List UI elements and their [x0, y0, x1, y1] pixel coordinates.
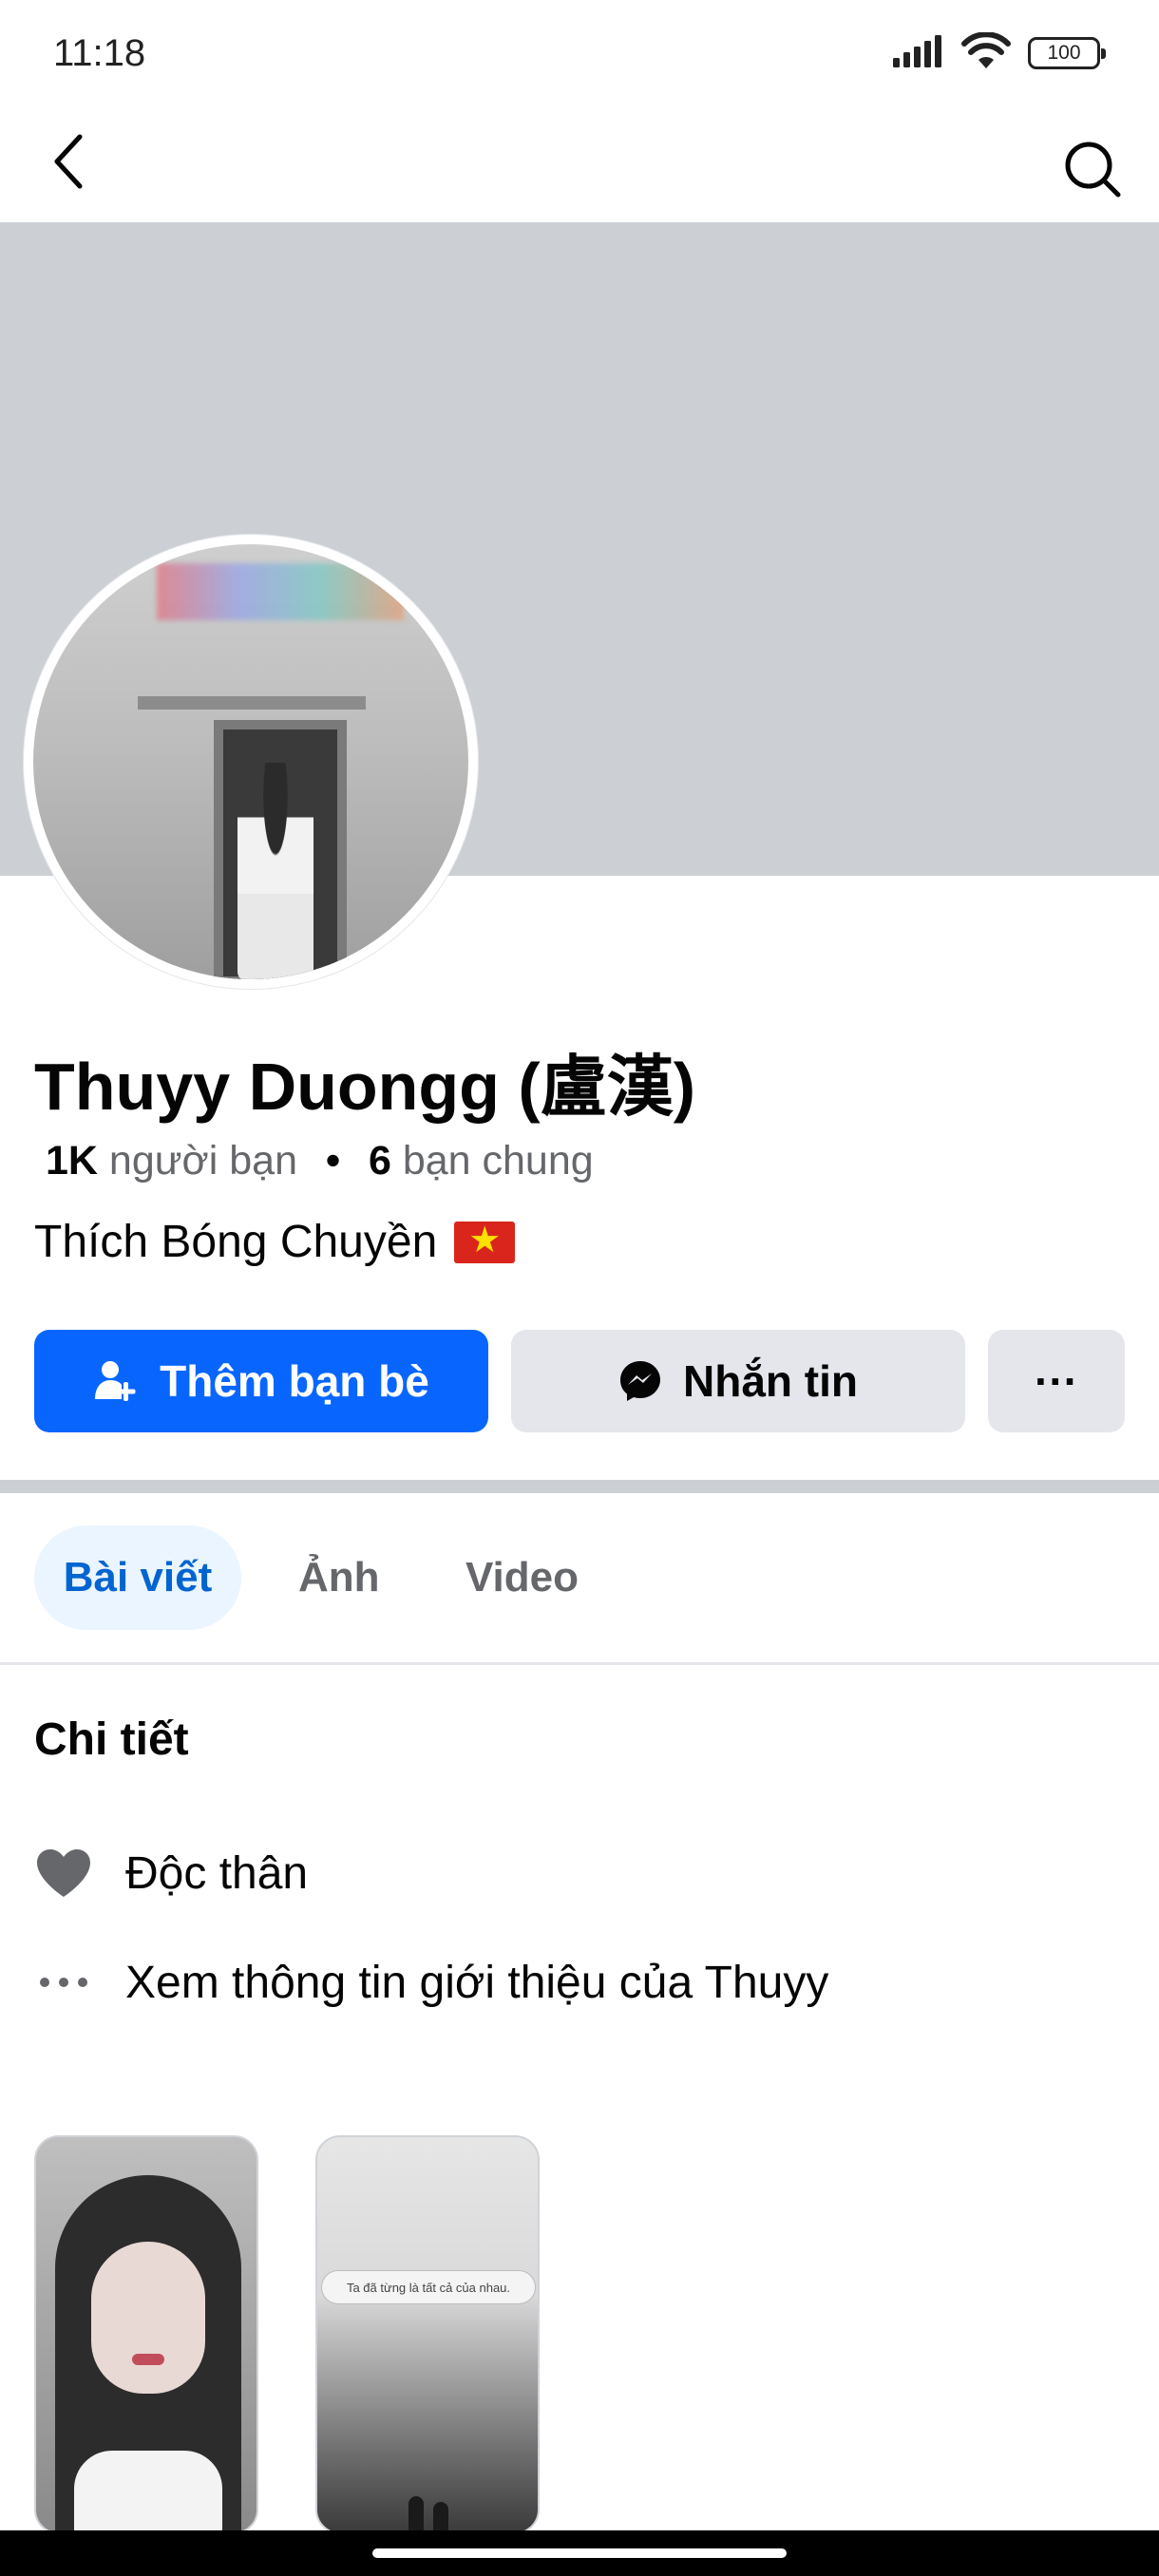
friends-label: người bạn — [108, 1138, 297, 1184]
battery-icon: 100 — [1028, 37, 1106, 69]
profile-bio: Thích Bóng Chuyền — [34, 1216, 516, 1268]
tabs-divider — [0, 1662, 1159, 1665]
message-label: Nhắn tin — [683, 1356, 858, 1406]
signal-icon — [893, 34, 944, 72]
about-info-link[interactable]: Xem thông tin giới thiệu của Thuyy — [34, 1949, 828, 2016]
search-button[interactable] — [1054, 131, 1130, 207]
about-link-text: Xem thông tin giới thiệu của Thuyy — [125, 1957, 829, 2008]
search-icon — [1065, 142, 1121, 198]
details-heading: Chi tiết — [34, 1714, 189, 1765]
friends-count: 1K — [46, 1138, 98, 1184]
tab-posts[interactable]: Bài viết — [34, 1525, 241, 1630]
vietnam-flag-icon — [454, 1220, 516, 1263]
chevron-left-icon — [54, 134, 83, 189]
status-time: 11:18 — [53, 32, 146, 74]
more-dots-icon — [34, 1953, 93, 2012]
heart-icon — [34, 1844, 93, 1903]
separator-dot: • — [325, 1138, 340, 1184]
tab-video[interactable]: Video — [466, 1525, 579, 1630]
relationship-status: Độc thân — [125, 1847, 309, 1899]
profile-name: Thuyy Duongg (盧漢) — [34, 1050, 696, 1124]
back-button[interactable] — [38, 131, 99, 192]
tab-photos[interactable]: Ảnh — [298, 1525, 380, 1630]
top-nav-bar — [0, 110, 1159, 222]
messenger-icon — [620, 1361, 660, 1401]
relationship-row: Độc thân — [34, 1840, 308, 1906]
featured-photo-1[interactable] — [34, 2135, 258, 2534]
profile-avatar[interactable] — [24, 535, 478, 989]
mutual-count: 6 — [368, 1138, 391, 1184]
status-icons: 100 — [893, 30, 1106, 75]
avatar-photo — [33, 544, 468, 979]
add-friend-button[interactable]: Thêm bạn bè — [34, 1330, 488, 1432]
featured-caption: Ta đã từng là tất cả của nhau. — [321, 2270, 536, 2304]
mutual-label: bạn chung — [402, 1138, 594, 1184]
battery-level: 100 — [1047, 42, 1081, 64]
home-indicator[interactable] — [372, 2548, 787, 2558]
more-icon: ··· — [1035, 1356, 1078, 1406]
system-navigation-bar — [0, 2530, 1159, 2576]
bio-text: Thích Bóng Chuyền — [34, 1217, 438, 1267]
more-options-button[interactable]: ··· — [988, 1330, 1125, 1432]
wifi-icon — [961, 30, 1011, 75]
friends-summary[interactable]: 1K người bạn • 6 bạn chung — [46, 1138, 594, 1184]
message-button[interactable]: Nhắn tin — [511, 1330, 965, 1432]
status-bar: 11:18 100 — [0, 0, 1159, 110]
featured-photo-2[interactable]: Ta đã từng là tất cả của nhau. — [315, 2135, 540, 2534]
add-friend-icon — [95, 1361, 136, 1401]
section-divider — [0, 1480, 1159, 1493]
add-friend-label: Thêm bạn bè — [160, 1356, 429, 1406]
